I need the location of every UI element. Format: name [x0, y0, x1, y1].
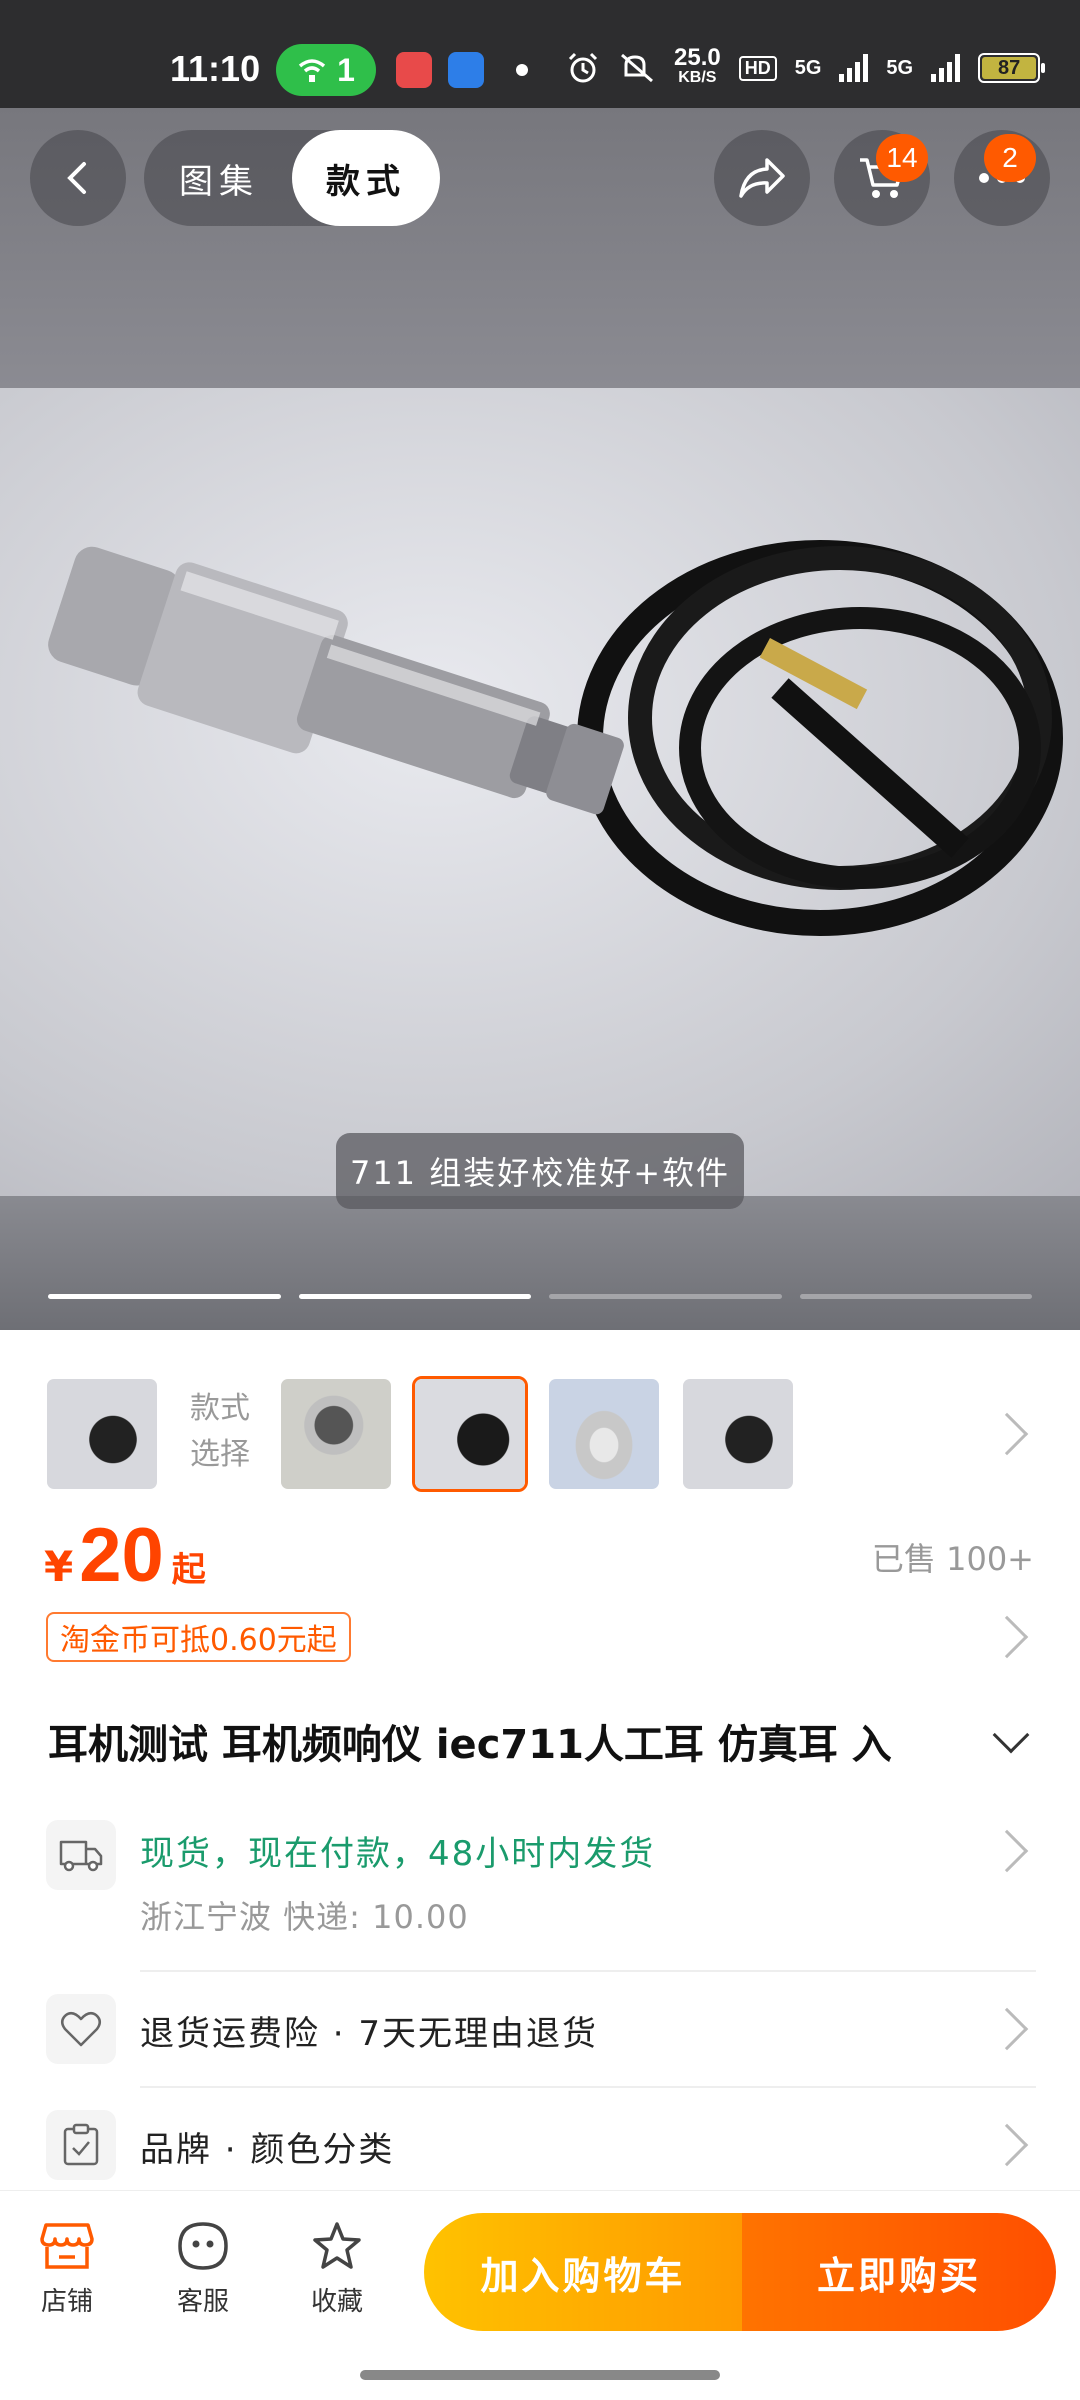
clipboard-check-icon	[63, 2123, 99, 2166]
tab-gallery[interactable]: 图集	[144, 130, 294, 226]
slide-indicator	[298, 1294, 531, 1299]
variant-thumb-image	[415, 1379, 525, 1489]
product-image-microphone-cable	[48, 540, 1063, 936]
truck-icon	[59, 1840, 103, 1872]
net-speed-unit: KB/S	[678, 69, 717, 86]
coin-discount-tag[interactable]: 淘金币可抵0.60元起	[46, 1612, 351, 1662]
wifi-hotspot-icon	[298, 59, 326, 82]
variant-thumb-image	[683, 1379, 793, 1489]
notification-app-icon	[396, 52, 432, 88]
status-time: 11:10	[170, 48, 261, 89]
chevron-left-icon	[67, 162, 86, 194]
variant-thumb-image	[549, 1379, 659, 1489]
battery-level: 87	[982, 57, 1037, 79]
favorite-label: 收藏	[310, 2287, 363, 2317]
variant-thumb[interactable]	[546, 1376, 662, 1492]
add-to-cart-button[interactable]: 加入购物车	[424, 2213, 742, 2331]
signal1-label: 5G	[794, 56, 822, 79]
battery-icon: 87	[978, 53, 1046, 83]
variant-caption: 711 组装好校准好+软件	[336, 1133, 744, 1209]
shop-tab[interactable]: 店铺	[22, 2221, 112, 2318]
share-button[interactable]	[714, 130, 810, 226]
price: ¥ 20 起	[44, 1512, 206, 1599]
more-notifications-dot-icon	[516, 64, 528, 76]
gallery-style-switch: 图集 款式	[144, 130, 440, 226]
star-icon	[313, 2222, 361, 2269]
shipping-origin-fee: 浙江宁波 快递: 10.00	[140, 1898, 469, 1936]
divider	[140, 2086, 1036, 2088]
variant-label: 款式选择	[190, 1391, 250, 1472]
hotspot-indicator: 1	[276, 44, 376, 96]
customer-service-label: 客服	[176, 2287, 229, 2317]
signal-strength-1-icon	[839, 54, 869, 82]
cart-count-badge: 14	[876, 134, 928, 182]
customer-service-icon	[178, 2222, 228, 2270]
signal2-label: 5G	[886, 56, 914, 79]
slide-indicator	[799, 1294, 1032, 1299]
variant-thumb-selected[interactable]	[412, 1376, 528, 1492]
slide-indicators	[48, 1294, 1032, 1300]
product-photo[interactable]	[0, 388, 1080, 1196]
price-value: 20	[79, 1513, 164, 1598]
back-button[interactable]	[30, 130, 126, 226]
network-speed: 25.0 KB/S	[674, 44, 721, 88]
slide-indicator	[549, 1294, 782, 1299]
hd-voice-icon: HD	[738, 55, 777, 81]
heart-shield-icon	[61, 2011, 101, 2047]
chevron-right-icon[interactable]	[985, 1829, 1029, 1873]
variant-thumb[interactable]	[278, 1376, 394, 1492]
variant-selector: 款式选择	[0, 1376, 1080, 1492]
chevron-right-icon[interactable]	[985, 2123, 1029, 2167]
shipping-info[interactable]: 现货，现在付款，48小时内发货	[140, 1826, 655, 1875]
home-indicator[interactable]	[360, 2370, 720, 2380]
service-guarantees[interactable]: 退货运费险 · 7天无理由退货	[140, 2006, 598, 2055]
bottom-action-bar: 店铺 客服 收藏 加入购物车 立即购买	[0, 2190, 1080, 2400]
favorite-tab[interactable]: 收藏	[292, 2221, 382, 2318]
variant-thumb-image	[281, 1379, 391, 1489]
customer-service-tab[interactable]: 客服	[158, 2221, 248, 2318]
expand-title-icon[interactable]	[992, 1716, 1030, 1754]
notification-app2-icon	[448, 52, 484, 88]
status-icons: 25.0 KB/S HD 5G 5G 87	[566, 44, 1046, 88]
divider	[140, 1970, 1036, 1972]
chevron-right-icon[interactable]	[985, 2007, 1029, 2051]
hotspot-count: 1	[337, 51, 355, 88]
product-title[interactable]: 耳机测试 耳机频响仪 iec711人工耳 仿真耳 入	[48, 1712, 968, 1770]
app-root: 11:10 1 25.0 KB/S HD 5G 5G 87 图集 款式 14 2…	[0, 0, 1080, 2400]
service-row-icon-box	[46, 1994, 116, 2064]
variant-thumb[interactable]	[44, 1376, 160, 1492]
shop-label: 店铺	[40, 2287, 93, 2317]
price-currency: ¥	[44, 1542, 74, 1591]
price-suffix: 起	[171, 1550, 206, 1590]
chevron-right-icon[interactable]	[985, 1412, 1029, 1456]
product-params[interactable]: 品牌 · 颜色分类	[140, 2122, 394, 2171]
product-gallery[interactable]: 图集 款式 14 2 711 组装好校准好+软件	[0, 108, 1080, 1330]
tab-style[interactable]: 款式	[292, 130, 440, 226]
shipping-row-icon-box	[46, 1820, 116, 1890]
buy-now-button[interactable]: 立即购买	[742, 2213, 1056, 2331]
status-bar: 11:10 1 25.0 KB/S HD 5G 5G 87	[0, 0, 1080, 108]
message-count-badge: 2	[984, 134, 1036, 182]
net-speed-value: 25.0	[674, 44, 721, 71]
params-row-icon-box	[46, 2110, 116, 2180]
chevron-right-icon[interactable]	[985, 1615, 1029, 1659]
alarm-icon	[568, 52, 598, 83]
mute-icon	[621, 53, 653, 83]
shop-icon	[40, 2223, 94, 2269]
variant-thumb-image	[47, 1379, 157, 1489]
signal-strength-2-icon	[931, 54, 961, 82]
slide-indicator	[48, 1294, 281, 1299]
variant-thumb[interactable]	[680, 1376, 796, 1492]
sold-count: 已售 100+	[871, 1540, 1034, 1578]
share-icon	[739, 158, 785, 198]
